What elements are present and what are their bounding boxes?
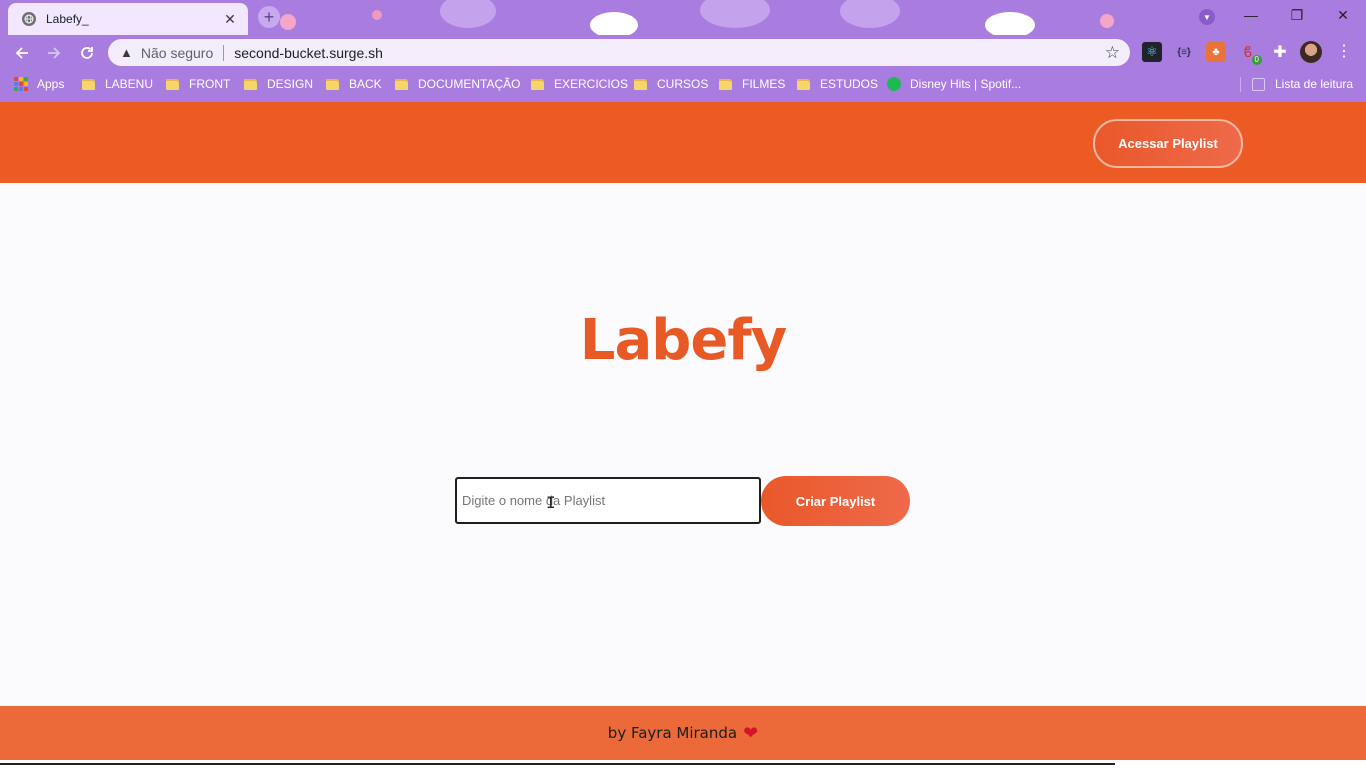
bookmark-label: FRONT <box>189 77 231 91</box>
reload-icon[interactable] <box>75 41 99 65</box>
spotify-icon <box>887 77 901 91</box>
bookmark-label: DESIGN <box>267 77 314 91</box>
close-tab-icon[interactable]: ✕ <box>222 11 238 28</box>
create-playlist-button[interactable]: Criar Playlist <box>761 476 910 526</box>
reading-list-label: Lista de leitura <box>1275 77 1354 91</box>
bookmark-label: Apps <box>37 77 65 91</box>
bookmark-label: Disney Hits | Spotif... <box>910 77 1022 91</box>
bookmark-folder[interactable]: LABENU <box>82 74 153 94</box>
bookmark-spotify[interactable]: Disney Hits | Spotif... <box>887 74 1021 94</box>
bookmark-star-icon[interactable]: ☆ <box>1105 43 1120 63</box>
bookmark-label: DOCUMENTAÇÃO <box>418 77 521 91</box>
reading-list-icon <box>1252 77 1265 91</box>
theme-decoration <box>372 10 382 20</box>
bookmark-folder[interactable]: EXERCICIOS <box>531 74 628 94</box>
page-footer: by Fayra Miranda ❤ <box>0 706 1366 760</box>
text-cursor-icon: I <box>546 493 556 512</box>
folder-icon <box>326 78 339 90</box>
bookmark-folder[interactable]: ESTUDOS <box>797 74 878 94</box>
url-text[interactable]: second-bucket.surge.sh <box>234 45 1104 61</box>
bookmark-label: FILMES <box>742 77 786 91</box>
bookmark-folder[interactable]: FRONT <box>166 74 230 94</box>
heart-icon: ❤ <box>743 722 759 743</box>
theme-decoration <box>1100 14 1114 28</box>
page-title: Labefy <box>579 308 787 373</box>
profile-menu-icon[interactable]: ▼ <box>1199 9 1215 25</box>
theme-decoration <box>440 0 496 28</box>
theme-decoration <box>280 14 296 30</box>
access-playlist-button[interactable]: Acessar Playlist <box>1093 119 1243 168</box>
avatar[interactable] <box>1300 41 1322 63</box>
address-bar[interactable]: ▲ Não seguro second-bucket.surge.sh ☆ <box>108 39 1130 66</box>
folder-icon <box>719 78 732 90</box>
bookmark-folder[interactable]: BACK <box>326 74 382 94</box>
folder-icon <box>395 78 408 90</box>
footer-credit: by Fayra Miranda <box>607 724 738 742</box>
bookmark-folder[interactable]: CURSOS <box>634 74 708 94</box>
bookmark-folder[interactable]: DOCUMENTAÇÃO <box>395 74 520 94</box>
restore-button[interactable]: ❐ <box>1274 0 1320 30</box>
new-tab-button[interactable]: + <box>258 6 280 28</box>
security-status[interactable]: Não seguro <box>141 45 213 61</box>
extension-badge: 0 <box>1251 55 1262 65</box>
more-menu-icon[interactable]: ⋮ <box>1336 41 1352 61</box>
theme-decoration <box>840 0 900 28</box>
red-extension-icon[interactable]: ϐ0 <box>1238 42 1262 65</box>
theme-decoration <box>700 0 770 28</box>
orange-extension-icon[interactable]: ♣ <box>1206 42 1226 62</box>
warning-triangle-icon[interactable]: ▲ <box>120 45 133 60</box>
json-viewer-icon[interactable]: {≡} <box>1174 42 1194 62</box>
divider <box>1240 77 1241 92</box>
divider <box>0 763 1115 765</box>
back-arrow-icon[interactable] <box>10 41 34 65</box>
folder-icon <box>634 78 647 90</box>
bookmark-label: BACK <box>349 77 382 91</box>
react-devtools-icon[interactable]: ⚛ <box>1142 42 1162 62</box>
folder-icon <box>166 78 179 90</box>
folder-icon <box>797 78 810 90</box>
bookmark-label: CURSOS <box>657 77 709 91</box>
folder-icon <box>82 78 95 90</box>
forward-arrow-icon[interactable] <box>42 41 66 65</box>
reading-list-button[interactable]: Lista de leitura <box>1252 74 1353 94</box>
bookmark-folder[interactable]: DESIGN <box>244 74 313 94</box>
minimize-button[interactable]: — <box>1228 0 1274 30</box>
page-bottom <box>0 760 1366 768</box>
puzzle-icon[interactable]: ✚ <box>1270 42 1290 62</box>
browser-tab-active[interactable]: Labefy_ ✕ <box>8 3 248 35</box>
close-window-button[interactable]: ✕ <box>1320 0 1366 30</box>
folder-icon <box>244 78 257 90</box>
bookmark-label: EXERCICIOS <box>554 77 629 91</box>
folder-icon <box>531 78 544 90</box>
divider <box>223 44 225 61</box>
main-content <box>0 183 1366 706</box>
tab-title: Labefy_ <box>46 12 89 26</box>
apps-grid-icon <box>14 77 28 91</box>
bookmark-folder[interactable]: FILMES <box>719 74 785 94</box>
globe-icon <box>22 12 36 26</box>
bookmark-label: LABENU <box>105 77 154 91</box>
bookmark-label: ESTUDOS <box>820 77 879 91</box>
playlist-name-input[interactable] <box>455 477 761 524</box>
bookmark-apps[interactable]: Apps <box>14 74 64 94</box>
